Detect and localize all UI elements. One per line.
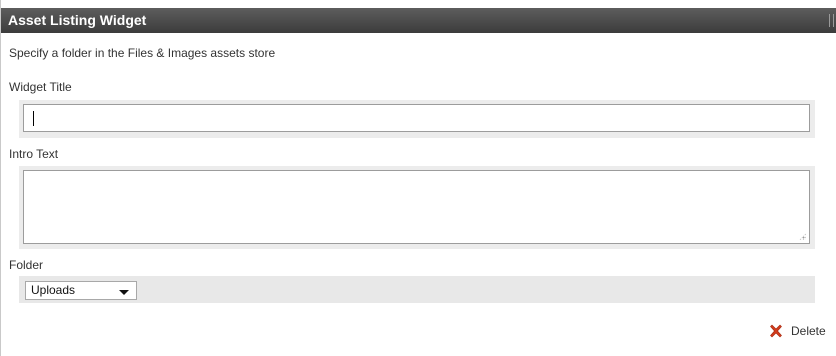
widget-title-field-panel — [19, 100, 815, 138]
text-cursor — [33, 111, 34, 126]
folder-select-panel: Uploads — [19, 276, 815, 303]
widget-instructions: Specify a folder in the Files & Images a… — [9, 46, 276, 60]
widget-title-input[interactable] — [23, 104, 810, 132]
widget-header: Asset Listing Widget — [1, 8, 836, 33]
delete-button[interactable]: Delete — [768, 322, 826, 340]
intro-text-field-panel — [19, 166, 815, 249]
resize-grip-icon[interactable] — [799, 233, 806, 240]
widget-title-label: Widget Title — [9, 80, 72, 94]
folder-label: Folder — [9, 258, 44, 272]
delete-label: Delete — [791, 324, 826, 338]
widget-title: Asset Listing Widget — [8, 12, 147, 28]
asset-listing-widget: Asset Listing Widget Specify a folder in… — [0, 0, 836, 356]
close-x-icon — [768, 323, 784, 339]
chevron-down-icon — [119, 290, 129, 295]
folder-select-value: Uploads — [31, 283, 76, 297]
intro-text-label: Intro Text — [9, 147, 59, 161]
drag-handle-icon[interactable] — [829, 14, 834, 27]
intro-text-textarea[interactable] — [23, 170, 810, 244]
folder-select[interactable]: Uploads — [25, 281, 137, 300]
